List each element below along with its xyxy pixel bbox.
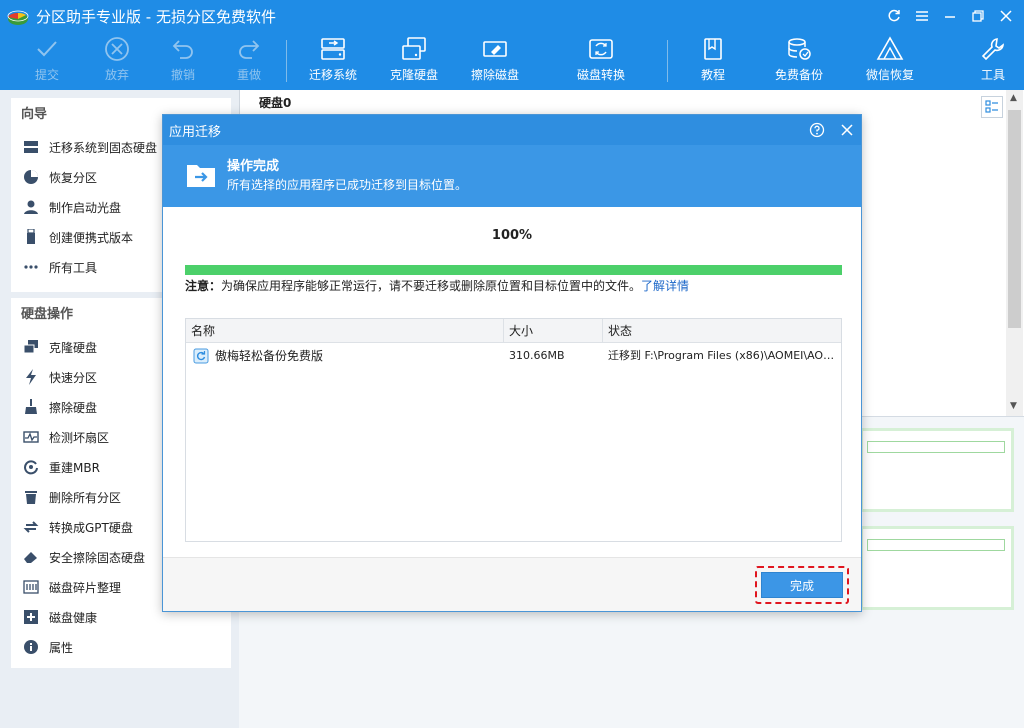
clone-disk-button[interactable]: 克隆硬盘 xyxy=(387,32,441,90)
dialog-title: 应用迁移 xyxy=(169,124,222,140)
folder-arrow-icon xyxy=(187,165,215,187)
restore-button[interactable] xyxy=(966,5,990,27)
app-size: 310.66MB xyxy=(509,349,565,362)
migrate-os-button[interactable]: 迁移系统 xyxy=(306,32,360,90)
scroll-down-icon[interactable]: ▼ xyxy=(1010,401,1017,411)
tutorial-button[interactable]: 教程 xyxy=(688,32,738,90)
dialog-close-icon[interactable] xyxy=(837,120,857,140)
tools-button[interactable]: 工具 xyxy=(978,32,1008,90)
menu-icon[interactable] xyxy=(910,5,934,27)
convert-arrows-icon xyxy=(23,519,39,535)
usb-drive-icon xyxy=(23,229,39,245)
window-title: 分区助手专业版 - 无损分区免费软件 xyxy=(36,7,276,26)
sidebar-item-properties[interactable]: 属性 xyxy=(11,632,231,662)
progress-percent: 100% xyxy=(491,228,533,243)
free-backup-button[interactable]: 免费备份 xyxy=(772,32,826,90)
toolbar-divider xyxy=(286,40,287,82)
banner-subtitle: 所有选择的应用程序已成功迁移到目标位置。 xyxy=(227,178,468,192)
scroll-up-icon[interactable]: ▲ xyxy=(1010,93,1017,103)
app-refresh-icon xyxy=(193,348,209,367)
finish-highlight: 完成 xyxy=(755,566,849,604)
eraser-icon xyxy=(23,549,39,565)
lightning-icon xyxy=(23,369,39,385)
table-row[interactable]: 傲梅轻松备份免费版 310.66MB 迁移到 F:\Program Files … xyxy=(186,343,841,369)
backup-database-icon xyxy=(788,38,811,60)
column-status[interactable]: 状态 xyxy=(603,319,841,343)
dialog-banner: 操作完成 所有选择的应用程序已成功迁移到目标位置。 xyxy=(163,145,861,207)
close-button[interactable] xyxy=(994,5,1018,27)
column-name[interactable]: 名称 xyxy=(186,319,504,343)
partition-bar xyxy=(867,539,1005,551)
convert-disk-button[interactable]: 磁盘转换 xyxy=(574,32,628,90)
undo-button[interactable]: 撤销 xyxy=(166,32,200,90)
wipe-disk-icon xyxy=(483,41,507,57)
disk-convert-icon xyxy=(589,39,613,59)
pulse-disk-icon xyxy=(23,429,39,445)
undo-icon xyxy=(172,40,193,59)
commit-button[interactable]: 提交 xyxy=(30,32,64,90)
discard-button[interactable]: 放弃 xyxy=(100,32,134,90)
pie-chart-icon xyxy=(23,169,39,185)
scroll-thumb[interactable] xyxy=(1008,110,1021,328)
info-icon xyxy=(23,639,39,655)
wipe-disk-button[interactable]: 擦除磁盘 xyxy=(468,32,522,90)
column-size[interactable]: 大小 xyxy=(504,319,603,343)
note: 注意：为确保应用程序能够正常运行，请不要迁移或删除原位置和目标位置中的文件。了解… xyxy=(185,277,689,294)
recovery-logo-icon xyxy=(876,36,904,60)
partition-bar xyxy=(867,441,1005,453)
help-icon[interactable] xyxy=(807,120,827,140)
defrag-grid-icon xyxy=(23,579,39,595)
clone-disk-icon xyxy=(402,37,426,60)
app-name: 傲梅轻松备份免费版 xyxy=(215,349,324,363)
learn-more-link[interactable]: 了解详情 xyxy=(641,279,689,293)
layout-toggle-icon[interactable] xyxy=(981,96,1003,118)
redo-icon xyxy=(239,40,260,59)
app-status: 迁移到 F:\Program Files (x86)\AOMEI\AOMEI B… xyxy=(608,349,840,362)
dialog-title-bar: 应用迁移 xyxy=(163,115,861,145)
redo-button[interactable]: 重做 xyxy=(232,32,266,90)
migration-table: 名称 大小 状态 傲梅轻松备份免费版 310.66MB 迁移到 F:\Progr… xyxy=(185,318,842,542)
progress-bar xyxy=(185,265,842,275)
partition-card[interactable] xyxy=(860,526,1014,610)
clone-disk-icon xyxy=(23,339,39,355)
partition-card[interactable] xyxy=(860,428,1014,512)
wrench-icon xyxy=(981,38,1004,61)
toolbar: 提交 放弃 撤销 重做 迁移系统 克隆硬盘 擦除磁盘 磁盘转换 教程 免费备份 … xyxy=(0,32,1024,90)
trash-icon xyxy=(23,489,39,505)
health-cross-icon xyxy=(23,609,39,625)
note-text: 为确保应用程序能够正常运行，请不要迁移或删除原位置和目标位置中的文件。 xyxy=(221,279,642,293)
disk-migrate-icon xyxy=(23,139,39,155)
broom-icon xyxy=(23,399,39,415)
cancel-circle-icon xyxy=(105,37,129,61)
refresh-icon[interactable] xyxy=(882,5,906,27)
app-logo-icon xyxy=(7,10,29,25)
scrollbar[interactable]: ▲ ▼ xyxy=(1006,90,1023,416)
dialog-footer: 完成 xyxy=(163,557,861,611)
note-label: 注意： xyxy=(185,279,222,293)
wechat-recovery-button[interactable]: 微信恢复 xyxy=(862,32,918,90)
finish-button[interactable]: 完成 xyxy=(761,572,843,598)
minimize-button[interactable] xyxy=(938,5,962,27)
more-dots-icon xyxy=(23,259,39,275)
title-bar: 分区助手专业版 - 无损分区免费软件 xyxy=(0,0,1024,32)
progress-fill xyxy=(185,265,842,275)
table-header: 名称 大小 状态 xyxy=(186,319,841,343)
check-icon xyxy=(37,41,57,57)
disk-migrate-icon xyxy=(321,38,345,60)
rebuild-icon xyxy=(23,459,39,475)
user-disc-icon xyxy=(23,199,39,215)
toolbar-divider xyxy=(667,40,668,82)
app-migration-dialog: 应用迁移 操作完成 所有选择的应用程序已成功迁移到目标位置。 100% 注意：为… xyxy=(162,114,862,612)
book-icon xyxy=(704,38,722,60)
disk-label: 硬盘0 xyxy=(259,96,292,110)
banner-heading: 操作完成 xyxy=(227,159,280,174)
